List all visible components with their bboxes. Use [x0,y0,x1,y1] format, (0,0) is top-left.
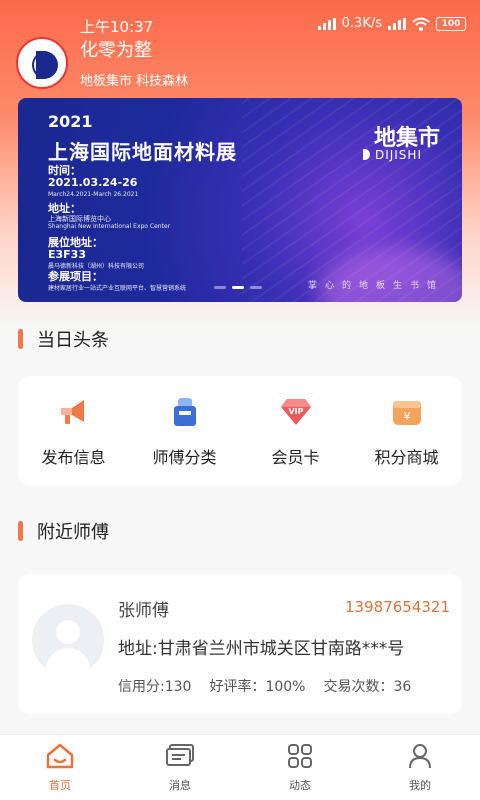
tab-label: 消息 [169,779,191,792]
expo-banner[interactable]: 2021 上海国际地面材料展 时间： 2021.03.24-26 March24… [18,98,462,302]
app-title: 化零为整 [80,40,152,61]
tab-feed[interactable]: 动态 [240,735,360,800]
master-name: 张师傅 [118,601,169,621]
banner-pager[interactable] [214,286,262,289]
tab-label: 我的 [409,779,431,792]
home-icon [46,743,74,769]
svg-text:VIP: VIP [288,407,303,416]
signal-hd-icon [388,17,406,30]
quick-actions: 发布信息 师傅分类 VIP 会员卡 ¥ 积分商城 [18,376,462,486]
banner-brand-en: DIJISHI [363,148,422,162]
wifi-icon [412,17,430,31]
quick-action-worker-category[interactable]: 师傅分类 [135,394,235,468]
app-header: 化零为整 地板集市 科技森林 [16,36,188,89]
profile-icon [409,744,431,769]
quick-action-label: 师傅分类 [152,448,217,467]
tab-label: 动态 [289,779,311,792]
tab-messages[interactable]: 消息 [120,735,240,800]
status-bar: 上午10:37 0.3K/s 100 [0,0,480,36]
banner-projects-value: 建材家居行业一站式产业互联网平台、智慧营销系统 [48,285,187,292]
quick-action-publish[interactable]: 发布信息 [24,394,124,468]
network-speed: 0.3K/s [341,16,382,31]
pager-dot[interactable] [214,286,226,289]
tab-label: 首页 [49,779,71,792]
quick-action-label: 发布信息 [41,448,106,467]
quick-action-vip-card[interactable]: VIP 会员卡 [246,394,346,468]
quick-action-label: 会员卡 [271,448,320,467]
master-phone[interactable]: 13987654321 [345,598,450,616]
tab-home[interactable]: 首页 [0,735,120,800]
pager-dot[interactable] [250,286,262,289]
master-address: 地址:甘肃省兰州市城关区甘南路***号 [118,639,405,659]
tab-profile[interactable]: 我的 [360,735,480,800]
avatar [32,604,104,676]
master-card[interactable]: 张师傅 13987654321 地址:甘肃省兰州市城关区甘南路***号 信用分:… [18,574,462,714]
banner-booth-value: E3F33 [48,248,86,261]
section-nearby: 附近师傅 [18,518,109,544]
quick-action-label: 积分商城 [374,448,439,467]
megaphone-icon [56,394,92,430]
banner-time-en: March24.2021-March 26.2021 [48,191,139,198]
bottom-tabbar: 首页 消息 动态 我的 [0,734,480,800]
vip-icon: VIP [278,394,314,430]
banner-slogan: 掌心的地板生书馆 [307,281,444,291]
worker-icon [167,394,203,430]
banner-address-en: Shanghai New International Expo Center [48,223,171,230]
status-time: 上午10:37 [80,18,154,36]
quick-action-points-mall[interactable]: ¥ 积分商城 [357,394,457,468]
master-stats: 信用分:130 好评率：100% 交易次数：36 [118,676,411,696]
pager-dot-active[interactable] [232,286,244,289]
signal-icon [317,17,336,30]
banner-expo-title: 上海国际地面材料展 [48,140,237,164]
status-icons: 0.3K/s 100 [317,16,466,31]
master-rating: 好评率：100% [209,679,306,695]
master-credit: 信用分:130 [118,679,192,695]
banner-year: 2021 [48,112,93,131]
master-deals: 交易次数：36 [323,679,412,695]
svg-text:¥: ¥ [403,410,410,423]
banner-projects-label: 参展项目： [48,270,103,283]
banner-time-value: 2021.03.24-26 [48,176,138,189]
grid-icon [288,744,312,768]
section-headlines-label: 当日头条 [37,330,109,351]
app-subtitle: 地板集市 科技森林 [80,74,189,89]
battery-icon: 100 [436,16,466,31]
section-nearby-label: 附近师傅 [37,522,109,543]
message-icon [166,744,194,766]
app-logo [16,36,68,89]
section-headlines: 当日头条 [18,326,109,352]
points-wallet-icon: ¥ [389,394,425,430]
